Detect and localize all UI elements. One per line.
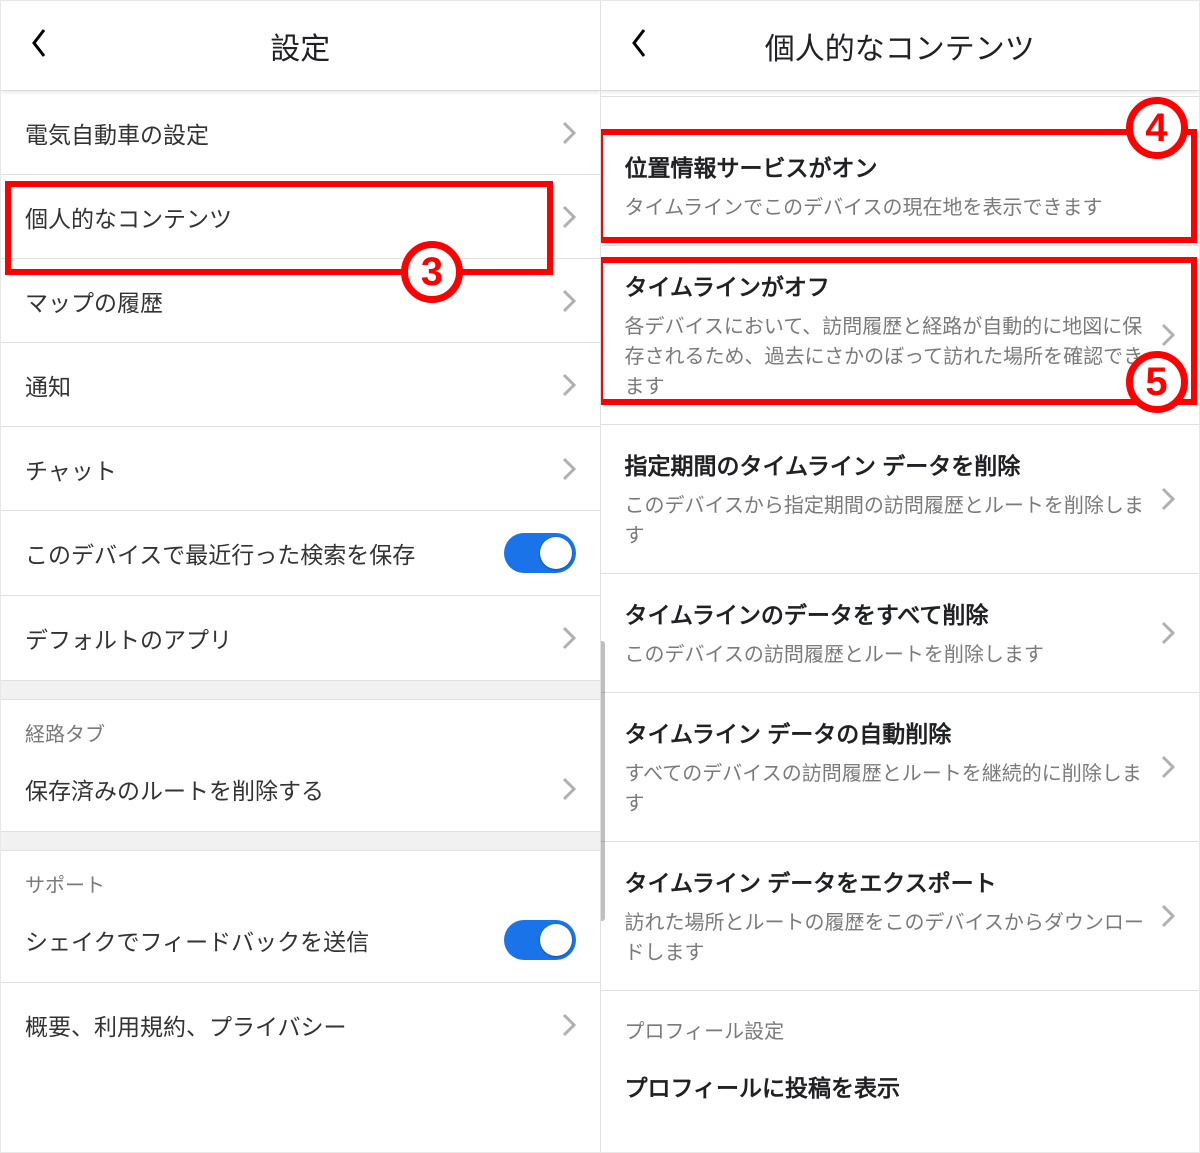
chevron-right-icon xyxy=(562,121,576,145)
row-title: プロフィールに投稿を表示 xyxy=(625,1069,1176,1103)
row-subtitle: タイムラインでこのデバイスの現在地を表示できます xyxy=(625,193,1176,223)
header: 設定 xyxy=(1,1,600,91)
settings-pane: 設定 電気自動車の設定 個人的なコンテンツ マップの履歴 通知 チャット xyxy=(1,1,600,1152)
row-title: タイムライン データの自動削除 xyxy=(625,715,1150,749)
settings-item-delete-saved-routes[interactable]: 保存済みのルートを削除する xyxy=(1,747,600,831)
row-label: 個人的なコンテンツ xyxy=(25,200,550,234)
chevron-left-icon xyxy=(630,28,648,63)
back-button[interactable] xyxy=(619,26,659,66)
page-title: 個人的なコンテンツ xyxy=(765,24,1035,68)
row-subtitle: すべてのデバイスの訪問履歴とルートを継続的に削除します xyxy=(625,759,1150,819)
row-subtitle: このデバイスから指定期間の訪問履歴とルートを削除します xyxy=(625,491,1150,551)
section-header-route-tab: 経路タブ xyxy=(1,700,600,747)
chevron-right-icon xyxy=(1161,323,1175,347)
row-label: シェイクでフィードバックを送信 xyxy=(25,923,504,957)
chevron-right-icon xyxy=(562,289,576,313)
row-label: 通知 xyxy=(25,368,550,402)
row-subtitle: 訪れた場所とルートの履歴をこのデバイスからダウンロードします xyxy=(625,908,1150,968)
row-label: 電気自動車の設定 xyxy=(25,116,550,150)
toggle-shake-feedback[interactable] xyxy=(504,920,576,960)
chevron-right-icon xyxy=(562,1013,576,1037)
row-title: 指定期間のタイムライン データを削除 xyxy=(625,447,1150,481)
row-label: 保存済みのルートを削除する xyxy=(25,772,550,806)
back-button[interactable] xyxy=(19,26,59,66)
settings-item-maps-history[interactable]: マップの履歴 xyxy=(1,259,600,343)
settings-item-shake-feedback[interactable]: シェイクでフィードバックを送信 xyxy=(1,898,600,983)
row-label: マップの履歴 xyxy=(25,284,550,318)
item-delete-timeline-range[interactable]: 指定期間のタイムライン データを削除 このデバイスから指定期間の訪問履歴とルート… xyxy=(601,425,1200,574)
section-separator xyxy=(1,680,600,700)
chevron-right-icon xyxy=(562,373,576,397)
row-title: 位置情報サービスがオン xyxy=(625,149,1176,183)
settings-item-notifications[interactable]: 通知 xyxy=(1,343,600,427)
personal-content-pane: 個人的なコンテンツ 位置情報サービスがオン タイムラインでこのデバイスの現在地を… xyxy=(600,1,1200,1152)
item-auto-delete-timeline[interactable]: タイムライン データの自動削除 すべてのデバイスの訪問履歴とルートを継続的に削除… xyxy=(601,693,1200,842)
chevron-right-icon xyxy=(562,205,576,229)
row-label: このデバイスで最近行った検索を保存 xyxy=(25,536,504,570)
settings-item-personal-content[interactable]: 個人的なコンテンツ xyxy=(1,175,600,259)
row-title: タイムライン データをエクスポート xyxy=(625,864,1150,898)
item-export-timeline[interactable]: タイムライン データをエクスポート 訪れた場所とルートの履歴をこのデバイスからダ… xyxy=(601,842,1200,991)
chevron-right-icon xyxy=(1161,755,1175,779)
header: 個人的なコンテンツ xyxy=(601,1,1200,91)
section-header-profile: プロフィール設定 xyxy=(601,991,1200,1044)
row-label: チャット xyxy=(25,452,550,486)
row-title: タイムラインのデータをすべて削除 xyxy=(625,596,1150,630)
item-location-services-on[interactable]: 位置情報サービスがオン タイムラインでこのデバイスの現在地を表示できます xyxy=(601,127,1200,246)
row-subtitle: このデバイスの訪問履歴とルートを削除します xyxy=(625,640,1150,670)
chevron-right-icon xyxy=(1161,904,1175,928)
settings-item-save-recent-searches[interactable]: このデバイスで最近行った検索を保存 xyxy=(1,511,600,596)
settings-item-ev[interactable]: 電気自動車の設定 xyxy=(1,91,600,175)
row-label: デフォルトのアプリ xyxy=(25,621,550,655)
settings-item-about-terms-privacy[interactable]: 概要、利用規約、プライバシー xyxy=(1,983,600,1067)
row-subtitle: 各デバイスにおいて、訪問履歴と経路が自動的に地図に保存されるため、過去にさかのぼ… xyxy=(625,312,1150,402)
item-timeline-off[interactable]: タイムラインがオフ 各デバイスにおいて、訪問履歴と経路が自動的に地図に保存される… xyxy=(601,246,1200,425)
chevron-left-icon xyxy=(30,28,48,63)
page-title: 設定 xyxy=(270,24,330,68)
chevron-right-icon xyxy=(562,777,576,801)
section-separator xyxy=(1,831,600,851)
item-show-posts-on-profile[interactable]: プロフィールに投稿を表示 xyxy=(601,1044,1200,1128)
chevron-right-icon xyxy=(562,457,576,481)
item-delete-all-timeline[interactable]: タイムラインのデータをすべて削除 このデバイスの訪問履歴とルートを削除します xyxy=(601,574,1200,693)
settings-item-chat[interactable]: チャット xyxy=(1,427,600,511)
settings-item-default-app[interactable]: デフォルトのアプリ xyxy=(1,596,600,680)
chevron-right-icon xyxy=(1161,487,1175,511)
row-title: タイムラインがオフ xyxy=(625,268,1150,302)
row-label: 概要、利用規約、プライバシー xyxy=(25,1008,550,1042)
scrollbar[interactable] xyxy=(600,641,605,921)
chevron-right-icon xyxy=(1161,621,1175,645)
chevron-right-icon xyxy=(562,626,576,650)
toggle-save-searches[interactable] xyxy=(504,533,576,573)
section-header-support: サポート xyxy=(1,851,600,898)
